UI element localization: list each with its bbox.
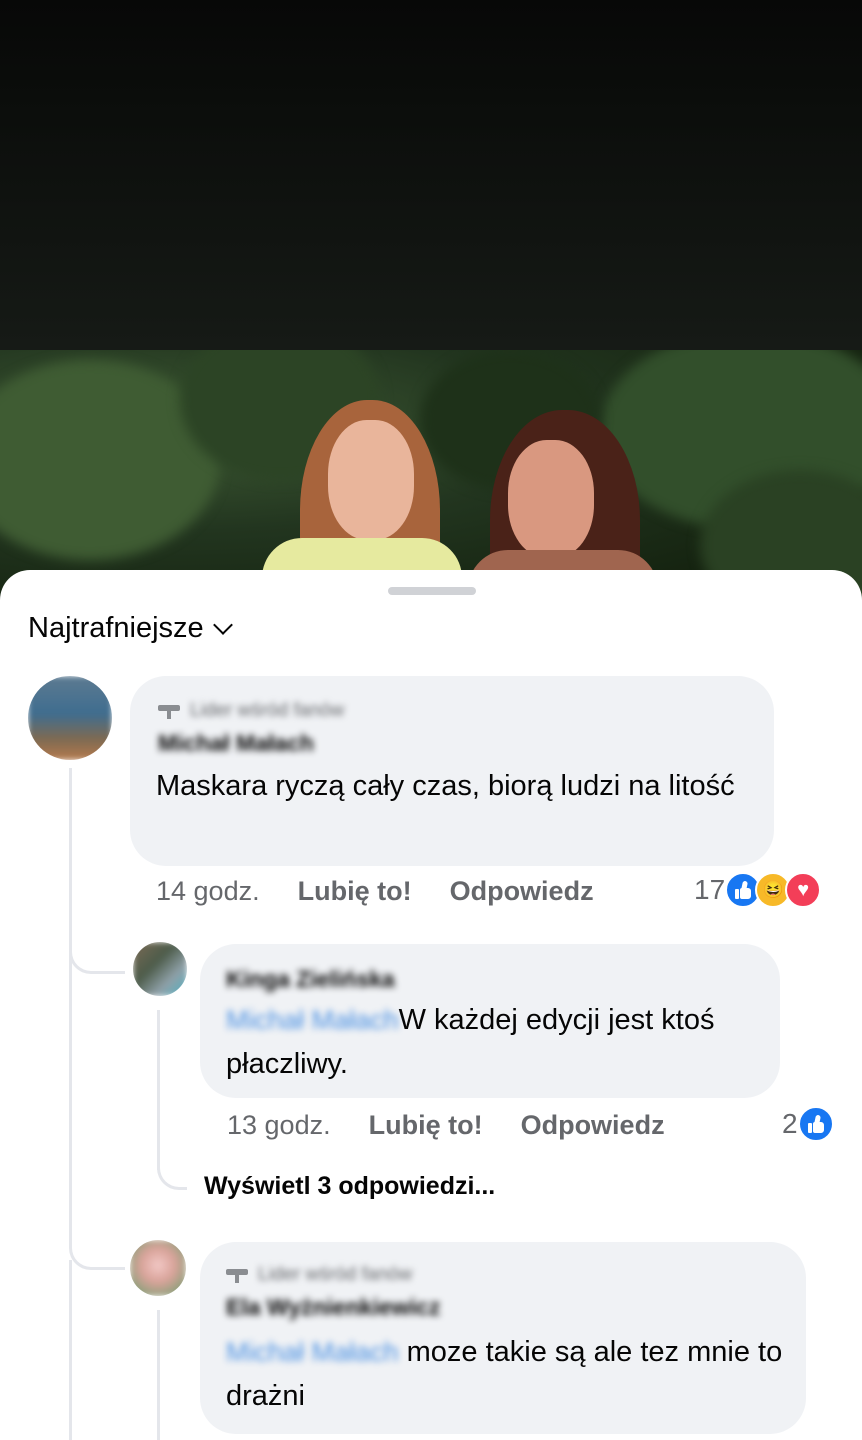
- reactions-summary[interactable]: 2: [782, 1106, 834, 1142]
- top-fan-icon: [226, 1267, 248, 1283]
- reply-connector: [69, 1230, 125, 1270]
- comment-author[interactable]: Michał Małach: [158, 730, 314, 757]
- mention-link[interactable]: Michał Małach: [226, 1005, 399, 1035]
- thread-line: [157, 1010, 160, 1170]
- reaction-count: 2: [782, 1108, 798, 1139]
- comment-bubble[interactable]: Lider wśród fanów Michał Małach Maskara …: [130, 676, 774, 866]
- sort-dropdown[interactable]: Najtrafniejsze: [28, 612, 233, 645]
- thread-line: [69, 768, 72, 1248]
- reaction-count: 17: [694, 874, 726, 905]
- reply-button[interactable]: Odpowiedz: [450, 876, 594, 907]
- badge-label: Lider wśród fanów: [190, 700, 345, 721]
- comment-author[interactable]: Kinga Zielińska: [226, 966, 395, 993]
- top-fan-badge: Lider wśród fanów: [226, 1264, 412, 1286]
- comment-time: 14 godz.: [156, 876, 260, 906]
- comment-text: Maskara ryczą cały czas, biorą ludzi na …: [156, 770, 735, 802]
- thread-line: [69, 1260, 72, 1440]
- sort-label: Najtrafniejsze: [28, 612, 204, 644]
- top-fan-badge: Lider wśród fanów: [158, 700, 344, 722]
- person-right-face: [508, 440, 594, 558]
- avatar[interactable]: [130, 1240, 186, 1296]
- comment-text: Michał MałachW każdej edycji jest ktoś p…: [226, 998, 766, 1086]
- like-icon: [797, 1106, 834, 1142]
- comment-bubble[interactable]: Kinga Zielińska Michał MałachW każdej ed…: [200, 944, 780, 1098]
- like-button[interactable]: Lubię to!: [298, 876, 412, 907]
- mention-link[interactable]: Michał Małach: [226, 1337, 399, 1367]
- comment-actions: 14 godz. Lubię to! Odpowiedz: [156, 876, 632, 907]
- chevron-down-icon: [212, 614, 233, 635]
- like-button[interactable]: Lubię to!: [369, 1110, 483, 1141]
- avatar[interactable]: [133, 942, 187, 996]
- comment-text: Michał Małach moze takie są ale tez mnie…: [226, 1330, 792, 1418]
- comment-author[interactable]: Ela Wyżnienkiewicz: [226, 1294, 440, 1321]
- love-icon: ♥: [785, 872, 822, 908]
- avatar[interactable]: [28, 676, 112, 760]
- comment-actions: 13 godz. Lubię to! Odpowiedz: [227, 1110, 703, 1141]
- top-fan-icon: [158, 703, 180, 719]
- badge-label: Lider wśród fanów: [258, 1264, 413, 1285]
- reply-connector: [69, 940, 125, 974]
- drag-handle[interactable]: [388, 587, 476, 595]
- comment-time: 13 godz.: [227, 1110, 331, 1140]
- comment-bubble[interactable]: Lider wśród fanów Ela Wyżnienkiewicz Mic…: [200, 1242, 806, 1434]
- view-replies-link[interactable]: Wyświetl 3 odpowiedzi...: [204, 1172, 495, 1201]
- reactions-summary[interactable]: 17 😆 ♥: [694, 872, 822, 908]
- video-black-area[interactable]: [0, 0, 862, 350]
- reply-connector: [157, 1150, 187, 1190]
- person-left-face: [328, 420, 414, 540]
- comments-sheet: Najtrafniejsze Lider wśród fanów Michał …: [0, 570, 862, 1440]
- reply-button[interactable]: Odpowiedz: [521, 1110, 665, 1141]
- thread-line: [157, 1310, 160, 1440]
